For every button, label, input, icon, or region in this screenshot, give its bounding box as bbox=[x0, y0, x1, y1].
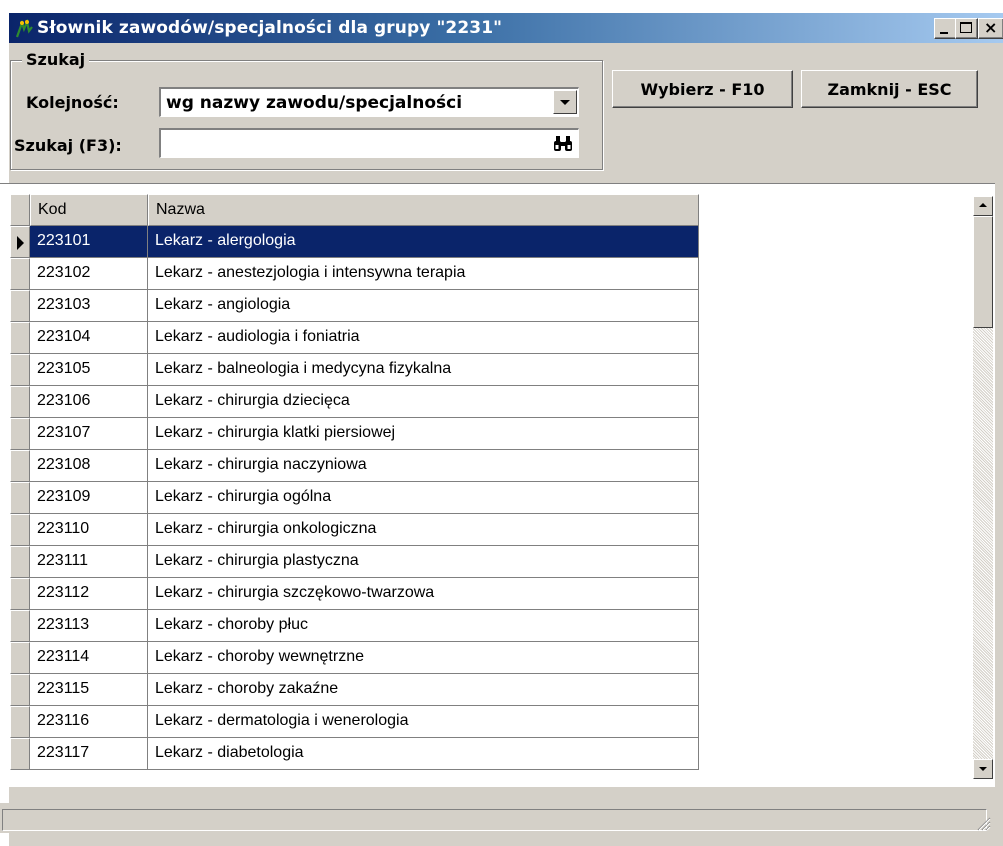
minimize-button[interactable] bbox=[934, 18, 957, 39]
row-indicator[interactable] bbox=[10, 642, 30, 674]
column-header-kod[interactable]: Kod bbox=[30, 194, 148, 226]
status-panel bbox=[2, 809, 987, 831]
order-label: Kolejność: bbox=[26, 93, 119, 112]
row-indicator[interactable] bbox=[10, 386, 30, 418]
row-indicator[interactable] bbox=[10, 226, 30, 258]
cell-kod[interactable]: 223116 bbox=[30, 706, 148, 738]
search-input[interactable] bbox=[159, 128, 579, 158]
cell-kod[interactable]: 223106 bbox=[30, 386, 148, 418]
cell-nazwa[interactable]: Lekarz - diabetologia bbox=[148, 738, 699, 770]
row-indicator[interactable] bbox=[10, 418, 30, 450]
cell-nazwa[interactable]: Lekarz - choroby zakaźne bbox=[148, 674, 699, 706]
select-button[interactable]: Wybierz - F10 bbox=[612, 70, 793, 108]
cell-nazwa[interactable]: Lekarz - chirurgia plastyczna bbox=[148, 546, 699, 578]
cell-nazwa[interactable]: Lekarz - chirurgia klatki piersiowej bbox=[148, 418, 699, 450]
cell-nazwa[interactable]: Lekarz - choroby płuc bbox=[148, 610, 699, 642]
row-indicator[interactable] bbox=[10, 290, 30, 322]
row-indicator[interactable] bbox=[10, 354, 30, 386]
row-pointer-icon bbox=[17, 236, 24, 250]
search-label: Szukaj (F3): bbox=[14, 136, 122, 155]
cell-kod[interactable]: 223105 bbox=[30, 354, 148, 386]
row-indicator[interactable] bbox=[10, 738, 30, 770]
row-indicator[interactable] bbox=[10, 258, 30, 290]
row-indicator[interactable] bbox=[10, 706, 30, 738]
vertical-scrollbar[interactable] bbox=[973, 196, 993, 779]
title-bar[interactable]: Słownik zawodów/specjalności dla grupy "… bbox=[9, 13, 1003, 43]
chevron-down-icon[interactable] bbox=[553, 90, 577, 114]
cell-nazwa[interactable]: Lekarz - chirurgia szczękowo-twarzowa bbox=[148, 578, 699, 610]
order-combobox[interactable]: wg nazwy zawodu/specjalności bbox=[159, 87, 579, 117]
cell-nazwa[interactable]: Lekarz - audiologia i foniatria bbox=[148, 322, 699, 354]
cell-kod[interactable]: 223110 bbox=[30, 514, 148, 546]
row-indicator[interactable] bbox=[10, 610, 30, 642]
cell-nazwa[interactable]: Lekarz - chirurgia onkologiczna bbox=[148, 514, 699, 546]
cell-kod[interactable]: 223104 bbox=[30, 322, 148, 354]
cell-kod[interactable]: 223112 bbox=[30, 578, 148, 610]
close-window-button[interactable]: × bbox=[978, 18, 1003, 39]
status-bar bbox=[0, 803, 995, 833]
scroll-up-button[interactable] bbox=[973, 196, 993, 216]
search-group-legend: Szukaj bbox=[22, 50, 90, 69]
cell-kod[interactable]: 223117 bbox=[30, 738, 148, 770]
row-indicator[interactable] bbox=[10, 482, 30, 514]
scroll-down-button[interactable] bbox=[973, 759, 993, 779]
cell-kod[interactable]: 223113 bbox=[30, 610, 148, 642]
cell-nazwa[interactable]: Lekarz - chirurgia naczyniowa bbox=[148, 450, 699, 482]
cell-nazwa[interactable]: Lekarz - anestezjologia i intensywna ter… bbox=[148, 258, 699, 290]
cell-kod[interactable]: 223103 bbox=[30, 290, 148, 322]
cell-nazwa[interactable]: Lekarz - balneologia i medycyna fizykaln… bbox=[148, 354, 699, 386]
header-indicator-cell bbox=[10, 194, 30, 226]
cell-kod[interactable]: 223111 bbox=[30, 546, 148, 578]
close-button[interactable]: Zamknij - ESC bbox=[801, 70, 978, 108]
order-combobox-value: wg nazwy zawodu/specjalności bbox=[166, 93, 463, 113]
app-icon bbox=[15, 19, 33, 38]
row-indicator[interactable] bbox=[10, 578, 30, 610]
cell-nazwa[interactable]: Lekarz - dermatologia i wenerologia bbox=[148, 706, 699, 738]
cell-nazwa[interactable]: Lekarz - chirurgia ogólna bbox=[148, 482, 699, 514]
cell-kod[interactable]: 223102 bbox=[30, 258, 148, 290]
cell-nazwa[interactable]: Lekarz - angiologia bbox=[148, 290, 699, 322]
cell-kod[interactable]: 223107 bbox=[30, 418, 148, 450]
row-indicator[interactable] bbox=[10, 514, 30, 546]
row-indicator[interactable] bbox=[10, 322, 30, 354]
close-icon: × bbox=[984, 18, 998, 37]
cell-kod[interactable]: 223108 bbox=[30, 450, 148, 482]
maximize-button[interactable] bbox=[955, 18, 978, 39]
cell-nazwa[interactable]: Lekarz - alergologia bbox=[148, 226, 699, 258]
row-indicator[interactable] bbox=[10, 674, 30, 706]
cell-kod[interactable]: 223115 bbox=[30, 674, 148, 706]
cell-kod[interactable]: 223109 bbox=[30, 482, 148, 514]
cell-kod[interactable]: 223101 bbox=[30, 226, 148, 258]
row-indicator[interactable] bbox=[10, 546, 30, 578]
binoculars-icon[interactable] bbox=[552, 133, 574, 153]
resize-grip-icon[interactable] bbox=[975, 815, 991, 831]
row-indicator[interactable] bbox=[10, 450, 30, 482]
cell-kod[interactable]: 223114 bbox=[30, 642, 148, 674]
scroll-thumb[interactable] bbox=[973, 216, 993, 328]
cell-nazwa[interactable]: Lekarz - chirurgia dziecięca bbox=[148, 386, 699, 418]
column-header-nazwa[interactable]: Nazwa bbox=[148, 194, 699, 226]
window-title: Słownik zawodów/specjalności dla grupy "… bbox=[37, 18, 503, 38]
cell-nazwa[interactable]: Lekarz - choroby wewnętrzne bbox=[148, 642, 699, 674]
